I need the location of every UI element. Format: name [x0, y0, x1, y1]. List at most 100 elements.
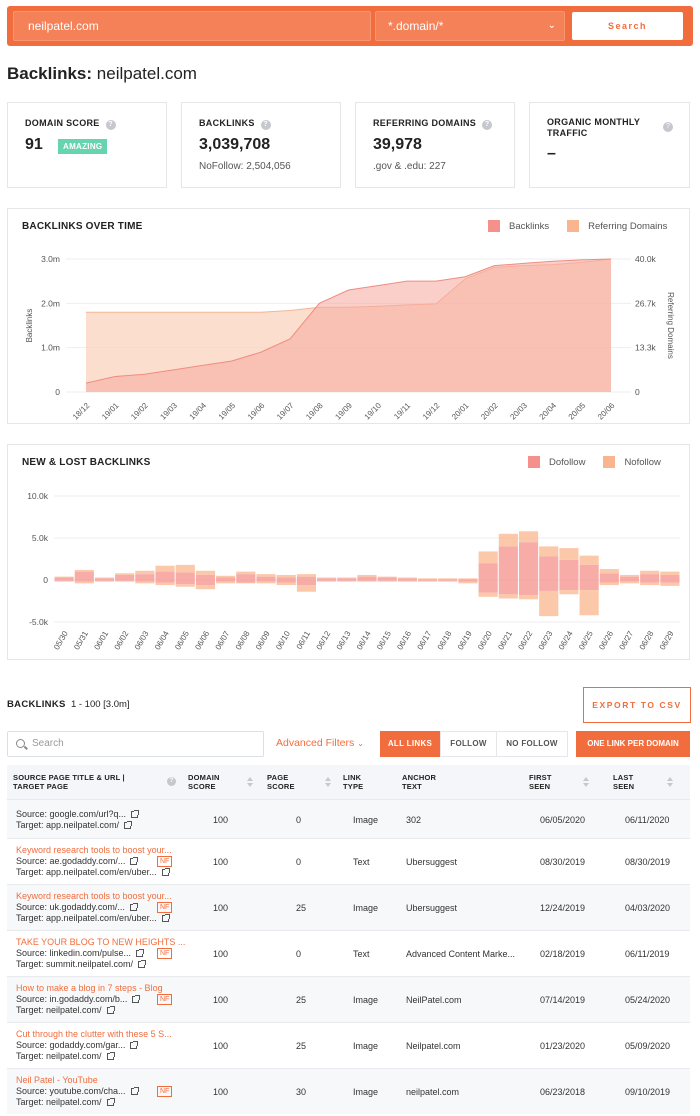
external-link-icon[interactable] — [138, 960, 147, 968]
source-title-link[interactable]: How to make a blog in 7 steps - Blog — [16, 983, 163, 994]
sort-icon[interactable] — [583, 777, 589, 787]
y-tick-label: 0 — [43, 575, 48, 585]
source-title-link[interactable]: Keyword research tools to boost your... — [16, 845, 172, 856]
page-score-cell: 25 — [296, 995, 307, 1005]
target-url[interactable]: Target: neilpatel.com/ — [16, 1051, 172, 1062]
dofollow-new-bar — [276, 577, 296, 580]
source-url[interactable]: Source: youtube.com/cha... — [16, 1086, 139, 1097]
col-first-seen[interactable]: FIRST SEEN — [529, 773, 559, 791]
col-source[interactable]: SOURCE PAGE TITLE & URL | TARGET PAGE — [13, 773, 153, 791]
table-row[interactable]: TAKE YOUR BLOG TO NEW HEIGHTS ... Source:… — [7, 930, 690, 976]
dofollow-lost-bar — [135, 580, 155, 582]
external-link-icon[interactable] — [129, 903, 138, 911]
col-page-score[interactable]: PAGE SCORE — [267, 773, 307, 791]
target-url[interactable]: Target: app.neilpatel.com/en/uber... — [16, 913, 172, 924]
y2-tick-label: 40.0k — [635, 254, 657, 264]
sort-icon[interactable] — [667, 777, 673, 787]
nofollow-new-bar — [74, 569, 94, 572]
x-tick-label: 06/17 — [416, 629, 434, 651]
source-title-link[interactable]: Neil Patel - YouTube — [16, 1075, 138, 1086]
external-link-icon[interactable] — [132, 995, 141, 1003]
last-seen-cell: 05/09/2020 — [625, 1041, 671, 1051]
help-icon[interactable]: ? — [260, 120, 271, 130]
col-last-seen[interactable]: LAST SEEN — [613, 773, 643, 791]
external-link-icon[interactable] — [106, 1098, 115, 1106]
dofollow-new-bar — [619, 576, 640, 580]
dofollow-new-bar — [175, 572, 195, 580]
dofollow-new-bar — [518, 542, 539, 580]
table-row[interactable]: Keyword research tools to boost your... S… — [7, 838, 690, 884]
help-icon[interactable]: ? — [482, 120, 493, 130]
filter-no-follow[interactable]: NO FOLLOW — [496, 731, 568, 757]
external-link-icon[interactable] — [130, 1041, 139, 1049]
external-link-icon[interactable] — [161, 868, 170, 876]
table-search-input[interactable]: Search — [7, 731, 264, 757]
nofollow-new-bar — [155, 565, 175, 572]
help-icon[interactable]: ? — [167, 777, 176, 786]
target-url[interactable]: Target: app.neilpatel.com/en/uber... — [16, 867, 172, 878]
source-title-link[interactable]: TAKE YOUR BLOG TO NEW HEIGHTS ... — [16, 937, 185, 948]
domain-input[interactable]: neilpatel.com — [13, 11, 371, 41]
sort-icon[interactable] — [325, 777, 331, 787]
nofollow-new-bar — [397, 577, 417, 579]
dofollow-new-bar — [236, 574, 256, 580]
target-url[interactable]: Target: neilpatel.com/ — [16, 1097, 138, 1108]
target-url[interactable]: Target: summit.neilpatel.com/ — [16, 959, 185, 970]
source-url[interactable]: Source: uk.godaddy.com/... — [16, 902, 172, 913]
external-link-icon[interactable] — [161, 914, 170, 922]
source-url[interactable]: Source: google.com/url?q... — [16, 809, 140, 820]
target-url[interactable]: Target: app.neilpatel.com/ — [16, 820, 138, 831]
external-link-icon[interactable] — [106, 1052, 115, 1060]
table-row[interactable]: Source: google.com/url?q... Target: app.n… — [7, 799, 690, 838]
export-csv-button[interactable]: EXPORT TO CSV — [583, 687, 691, 723]
x-tick-label: 06/03 — [133, 629, 151, 651]
x-tick-label: 06/20 — [476, 629, 494, 651]
source-title-link[interactable]: Keyword research tools to boost your... — [16, 891, 172, 902]
target-url[interactable]: Target: neilpatel.com/ — [16, 1005, 163, 1016]
external-link-icon[interactable] — [131, 810, 140, 818]
external-link-icon[interactable] — [106, 1006, 115, 1014]
filter-all-links[interactable]: ALL LINKS — [380, 731, 440, 757]
table-row[interactable]: Keyword research tools to boost your... S… — [7, 884, 690, 930]
external-link-icon[interactable] — [130, 857, 139, 865]
source-url[interactable]: Source: ae.godaddy.com/... — [16, 856, 172, 867]
nofollow-lost-bar — [236, 582, 256, 584]
table-header: SOURCE PAGE TITLE & URL | TARGET PAGE ? … — [7, 765, 690, 799]
x-tick-label: 19/12 — [421, 401, 442, 422]
x-tick-label: 06/08 — [234, 629, 252, 651]
external-link-icon[interactable] — [130, 1087, 139, 1095]
anchor-text-cell: Neilpatel.com — [406, 1041, 461, 1051]
table-row[interactable]: Cut through the clutter with these 5 S..… — [7, 1022, 690, 1068]
external-link-icon[interactable] — [136, 949, 145, 957]
sort-icon[interactable] — [247, 777, 253, 787]
external-link-icon[interactable] — [124, 821, 133, 829]
y-tick-label: -5.0k — [29, 617, 49, 627]
table-row[interactable]: Neil Patel - YouTube Source: youtube.com/… — [7, 1068, 690, 1114]
nofollow-new-bar — [539, 546, 559, 557]
dofollow-lost-bar — [518, 580, 539, 596]
help-icon[interactable]: ? — [663, 122, 673, 132]
col-domain-score[interactable]: DOMAIN SCORE — [188, 773, 228, 791]
col-link-type[interactable]: LINK TYPE — [343, 773, 373, 791]
x-tick-label: 06/27 — [617, 629, 635, 651]
nofollow-new-bar — [94, 577, 115, 579]
one-link-per-domain-button[interactable]: ONE LINK PER DOMAIN — [576, 731, 690, 757]
nofollow-lost-bar — [256, 581, 276, 584]
dofollow-new-bar — [317, 578, 337, 580]
page-score-cell: 30 — [296, 1087, 307, 1097]
x-tick-label: 06/09 — [254, 629, 272, 651]
x-tick-label: 19/05 — [217, 401, 238, 422]
advanced-filters-toggle[interactable]: Advanced Filters ⌄ — [276, 737, 364, 749]
search-button[interactable]: Search — [572, 12, 683, 40]
source-url[interactable]: Source: in.godaddy.com/b... — [16, 994, 163, 1005]
scope-select[interactable]: *.domain/* ⌄ — [375, 11, 565, 41]
source-url[interactable]: Source: godaddy.com/gar... — [16, 1040, 172, 1051]
source-title-link[interactable]: Cut through the clutter with these 5 S..… — [16, 1029, 172, 1040]
filter-follow[interactable]: FOLLOW — [440, 731, 497, 757]
table-row[interactable]: How to make a blog in 7 steps - Blog Sour… — [7, 976, 690, 1022]
col-anchor-text[interactable]: ANCHOR TEXT — [402, 773, 452, 791]
x-tick-label: 20/02 — [479, 401, 500, 422]
link-type-cell: Text — [353, 857, 370, 867]
dofollow-new-bar — [478, 563, 498, 580]
help-icon[interactable]: ? — [105, 120, 116, 130]
